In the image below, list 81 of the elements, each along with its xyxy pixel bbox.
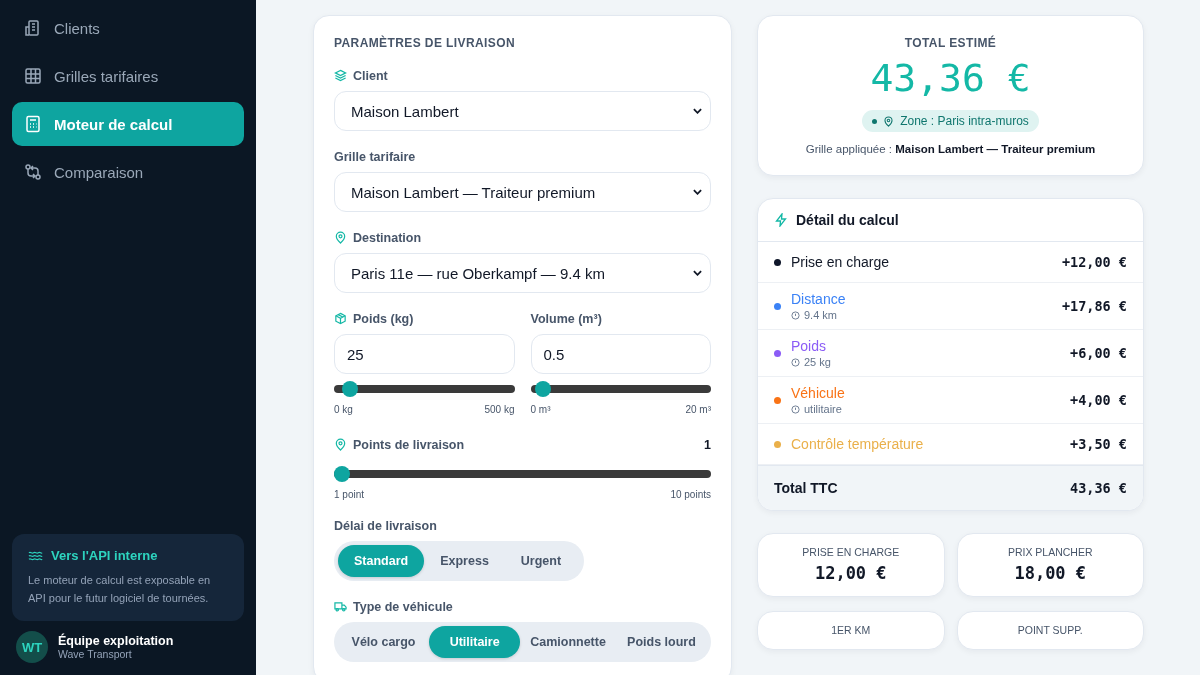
segment-option[interactable]: Camionnette [520,626,616,658]
waves-icon [28,549,43,562]
info-icon [791,357,800,367]
avatar: WT [16,631,48,663]
line-label: Poids [791,338,828,354]
line-note: utilitaire [804,403,842,415]
line-label: Prise en charge [791,254,891,270]
grid-icon [24,67,42,85]
slider-thumb[interactable] [342,381,359,397]
info-icon [791,310,800,320]
field-label: Poids (kg) [353,311,414,326]
points-value: 1 [704,437,711,452]
field-label: Grille tarifaire [334,149,416,164]
field-label: Destination [353,230,422,245]
stat-label: PRISE EN CHARGE [802,546,900,558]
scale-max: 500 kg [484,404,515,415]
info-icon [791,404,800,414]
slider-thumb[interactable] [534,381,551,397]
user-name: Équipe exploitation [58,634,174,648]
pin-icon [334,231,347,244]
field-label: Points de livraison [353,437,465,452]
line-amount: +3,50 € [1070,436,1127,452]
detail-title: Détail du calcul [796,212,899,228]
scale-max: 10 points [670,489,711,500]
lightning-icon [774,213,788,227]
line-label: Distance [791,291,847,307]
stat-value: 18,00 € [1014,563,1087,583]
scale-min: 0 m³ [530,404,551,415]
stat-label: PRIX PLANCHER [1007,546,1093,558]
info-text: Le moteur de calcul est exposable en API pour le futur logiciel de tournées. [28,573,212,606]
select-field[interactable]: Maison Lambert [334,91,711,131]
select-field[interactable]: Paris 11e — rue Oberkampf — 9.4 km [334,253,711,293]
field-label: Type de véhicule [353,599,453,614]
info-title: Vers l'API interne [51,548,158,563]
chevron-down-icon [693,270,702,276]
stat-label: POINT SUPP. [1017,624,1083,636]
zone-badge: Zone : Paris intra-muros [862,110,1039,132]
section-title: PARAMÈTRES DE LIVRAISON [334,36,516,50]
segment-option[interactable]: Vélo cargo [338,626,430,658]
total-label: Total TTC [774,480,838,496]
select-field[interactable]: Maison Lambert — Traiteur premium [334,172,711,212]
line-amount: +17,86 € [1061,298,1127,314]
line-note: 25 kg [804,356,831,368]
calculator-icon [24,115,42,133]
chevron-down-icon [693,108,702,114]
nav-item[interactable]: Grilles tarifaires [12,54,244,98]
line-amount: +6,00 € [1070,345,1127,361]
box-icon [334,312,347,325]
company-name: Wave Transport [58,648,133,660]
layers-icon [334,69,347,82]
line-amount: +4,00 € [1070,392,1127,408]
segment-option[interactable]: Express [424,545,505,577]
pin-icon [883,115,895,127]
building-icon [24,19,42,37]
nav-item[interactable]: Comparaison [12,150,244,194]
scale-min: 0 kg [334,404,353,415]
pin-icon [334,438,347,451]
total-title: TOTAL ESTIMÉ [904,36,997,50]
truck-icon [334,600,347,613]
line-note: 9.4 km [804,309,837,321]
number-field[interactable]: 25 [334,334,515,374]
nav-item[interactable]: Clients [12,6,244,50]
stat-value: 12,00 € [814,563,887,583]
line-label: Contrôle température [791,436,925,452]
line-amount: +12,00 € [1061,254,1127,270]
applied-grid-text: Grille appliquée : Maison Lambert — Traiteur premium [805,143,1096,155]
field-label: Volume (m³) [530,311,602,326]
scale-max: 20 m³ [685,404,711,415]
field-label: Client [353,68,388,83]
field-label: Délai de livraison [334,518,437,533]
stat-label: 1ER KM [831,624,871,636]
line-label: Véhicule [791,385,846,401]
scale-min: 1 point [334,489,365,500]
total-amount: 43,36 € [870,56,1031,100]
compare-icon [24,163,42,181]
slider-thumb[interactable] [334,466,350,482]
chevron-down-icon [693,189,702,195]
segment-option[interactable]: Urgent [504,545,578,577]
number-field[interactable]: 0.5 [530,334,711,374]
total-amount: 43,36 € [1070,480,1127,496]
segment-option[interactable]: Poids lourd [615,626,707,658]
